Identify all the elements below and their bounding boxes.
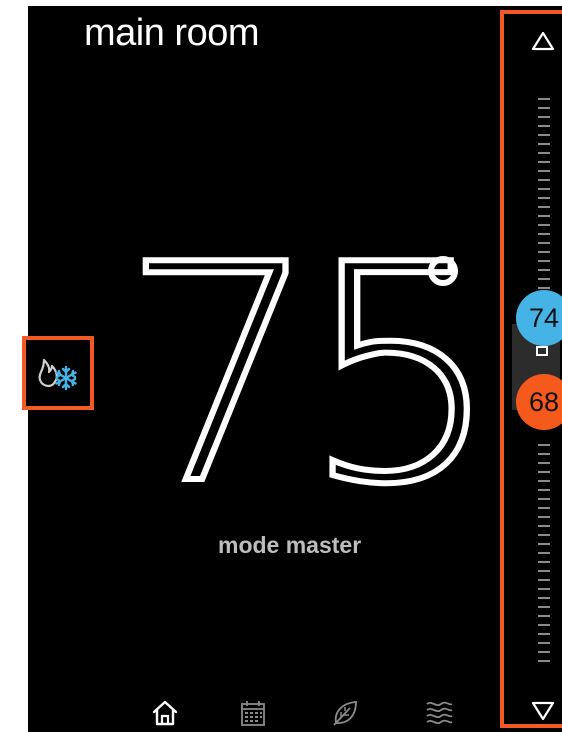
scale-tick (538, 215, 550, 217)
scale-tick (538, 615, 550, 617)
scale-tick (538, 287, 550, 289)
scale-tick (538, 152, 550, 154)
scale-tick (538, 278, 550, 280)
cool-setpoint-value: 74 (528, 302, 560, 333)
scale-tick (538, 224, 550, 226)
scale-tick (538, 116, 550, 118)
scale-tick (538, 516, 550, 518)
scale-tick (538, 444, 550, 446)
scale-tick (538, 233, 550, 235)
scale-tick (538, 188, 550, 190)
scale-tick (538, 161, 550, 163)
scale-ticks-lower (538, 444, 554, 664)
scale-tick (538, 269, 550, 271)
scale-tick (538, 242, 550, 244)
waves-icon[interactable] (422, 696, 456, 730)
scale-tick (538, 525, 550, 527)
scale-tick (538, 561, 550, 563)
scale-tick (538, 498, 550, 500)
scale-tick (538, 651, 550, 653)
scale-tick (538, 251, 550, 253)
mode-toggle-button[interactable] (22, 336, 94, 410)
scale-tick (538, 579, 550, 581)
leaf-icon[interactable] (328, 696, 362, 730)
heat-setpoint-value: 68 (528, 386, 560, 417)
scale-tick (538, 489, 550, 491)
scale-tick (538, 480, 550, 482)
setpoint-scale[interactable]: 74 68 (500, 10, 562, 728)
scale-tick (538, 597, 550, 599)
thermostat-screen: main room 75 mode master (28, 6, 562, 732)
scale-tick (538, 125, 550, 127)
scale-tick (538, 471, 550, 473)
scale-tick (538, 134, 550, 136)
scale-tick (538, 179, 550, 181)
calendar-icon[interactable] (236, 696, 270, 730)
room-title[interactable]: main room (84, 12, 260, 55)
scale-tick (538, 588, 550, 590)
scale-tick (538, 98, 550, 100)
scale-tick (538, 633, 550, 635)
scale-tick (538, 197, 550, 199)
mode-label[interactable]: mode master (218, 532, 361, 559)
degree-symbol (428, 256, 458, 286)
scale-tick (538, 624, 550, 626)
scale-tick (538, 453, 550, 455)
scale-tick (538, 570, 550, 572)
scale-tick (538, 260, 550, 262)
home-icon[interactable] (148, 696, 182, 730)
range-marker (536, 346, 548, 356)
scale-tick (538, 170, 550, 172)
scale-tick (538, 534, 550, 536)
scale-tick (538, 507, 550, 509)
heat-setpoint-handle[interactable]: 68 (516, 374, 562, 430)
scale-tick (538, 543, 550, 545)
scale-tick (538, 642, 550, 644)
scale-tick (538, 606, 550, 608)
triangle-up-icon[interactable] (530, 30, 556, 57)
scale-tick (538, 552, 550, 554)
scale-tick (538, 462, 550, 464)
bottom-nav (28, 692, 498, 732)
heat-cool-icon (34, 352, 82, 394)
scale-tick (538, 206, 550, 208)
scale-tick (538, 107, 550, 109)
scale-ticks-upper (538, 98, 554, 289)
triangle-down-icon[interactable] (530, 700, 556, 727)
scale-tick (538, 660, 550, 662)
scale-tick (538, 143, 550, 145)
